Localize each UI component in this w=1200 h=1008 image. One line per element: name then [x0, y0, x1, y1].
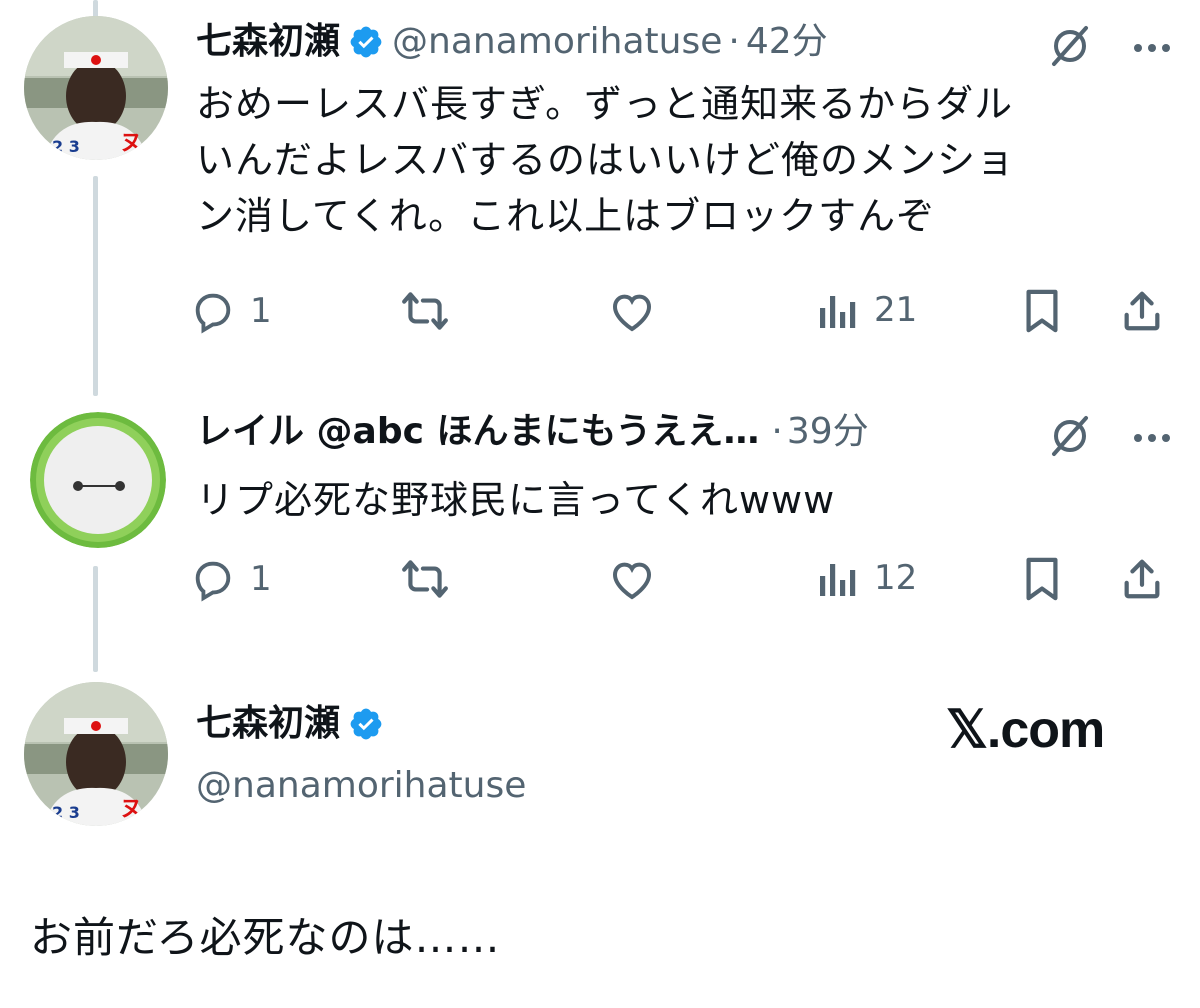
share-button[interactable]	[1120, 288, 1164, 334]
grok-icon[interactable]	[1048, 414, 1092, 462]
like-icon	[608, 556, 656, 602]
author-name[interactable]: 七森初瀬	[196, 702, 340, 746]
reply-icon	[190, 288, 236, 334]
reply-button[interactable]: 1	[190, 556, 272, 602]
more-icon[interactable]	[1132, 429, 1172, 448]
thread-line-2	[93, 566, 98, 672]
avatar[interactable]: 2 3 ヌ	[24, 16, 168, 160]
post2-header-actions	[1048, 414, 1172, 462]
verified-badge-icon	[348, 24, 384, 60]
bookmark-button[interactable]	[1022, 556, 1062, 602]
post2-actions: 1 12	[190, 556, 1170, 606]
like-icon	[608, 288, 656, 334]
views-icon	[816, 556, 860, 600]
svg-text:2 3: 2 3	[52, 137, 80, 156]
share-button[interactable]	[1120, 556, 1164, 602]
post2-text: リプ必死な野球民に言ってくれwww	[196, 472, 1156, 528]
reply-button[interactable]: 1	[190, 288, 272, 334]
bookmark-button[interactable]	[1022, 288, 1062, 334]
views-count: 12	[874, 558, 918, 598]
post1-header-actions	[1048, 24, 1172, 72]
thread-line-1	[93, 176, 98, 396]
post2-header: レイル @abc ほんまにもうええ… · 39分	[196, 410, 869, 454]
share-icon	[1120, 288, 1164, 334]
views-icon	[816, 288, 860, 332]
views-count: 21	[874, 290, 918, 330]
author-handle[interactable]: @nanamorihatuse	[392, 20, 722, 64]
repost-icon	[400, 556, 450, 602]
author-name[interactable]: 七森初瀬	[196, 20, 340, 64]
reply-icon	[190, 556, 236, 602]
views-button[interactable]: 21	[816, 288, 917, 332]
post1-text-line: いんだよレスバするのはいいけど俺のメンショ	[196, 138, 1016, 182]
like-button[interactable]	[608, 556, 656, 602]
post1-text-line: ン消してくれ。これ以上はブロックすんぞ	[196, 194, 936, 238]
x-com-logo[interactable]: 𝕏.com	[946, 700, 1105, 760]
repost-icon	[400, 288, 450, 334]
post1-text: おめーレスバ長すぎ。ずっと通知来るからダル いんだよレスバするのはいいけど俺のメ…	[196, 76, 1156, 244]
repost-button[interactable]	[400, 288, 450, 334]
quote-text: お前だろ必死なのは……	[30, 913, 501, 962]
author-name-handle[interactable]: レイル @abc ほんまにもうええ…	[196, 410, 759, 454]
bookmark-icon	[1022, 288, 1062, 334]
reply-count: 1	[250, 559, 272, 599]
repost-button[interactable]	[400, 556, 450, 602]
share-icon	[1120, 556, 1164, 602]
grok-icon[interactable]	[1048, 24, 1092, 72]
quote-name-row: 七森初瀬	[196, 702, 392, 746]
views-button[interactable]: 12	[816, 556, 917, 600]
separator-dot: ·	[728, 21, 740, 62]
bookmark-icon	[1022, 556, 1062, 602]
post2-text-line: リプ必死な野球民に言ってくれwww	[196, 478, 836, 522]
more-icon[interactable]	[1132, 39, 1172, 58]
post1-text-line: おめーレスバ長すぎ。ずっと通知来るからダル	[196, 82, 1014, 126]
svg-text:ヌ: ヌ	[120, 131, 142, 156]
post1-actions: 1 21	[190, 288, 1170, 338]
author-handle[interactable]: @nanamorihatuse	[196, 764, 526, 808]
verified-badge-icon	[348, 706, 384, 742]
like-button[interactable]	[608, 288, 656, 334]
avatar[interactable]	[30, 412, 166, 548]
svg-text:ヌ: ヌ	[120, 797, 142, 822]
reply-count: 1	[250, 291, 272, 331]
separator-dot: ·	[771, 411, 783, 452]
post1-header: 七森初瀬 @nanamorihatuse · 42分	[196, 20, 828, 64]
svg-text:2 3: 2 3	[52, 803, 80, 822]
post-time[interactable]: 39分	[787, 410, 869, 454]
quote-handle-row: @nanamorihatuse	[196, 764, 526, 808]
post-time[interactable]: 42分	[746, 20, 828, 64]
avatar[interactable]: 2 3 ヌ	[24, 682, 168, 826]
